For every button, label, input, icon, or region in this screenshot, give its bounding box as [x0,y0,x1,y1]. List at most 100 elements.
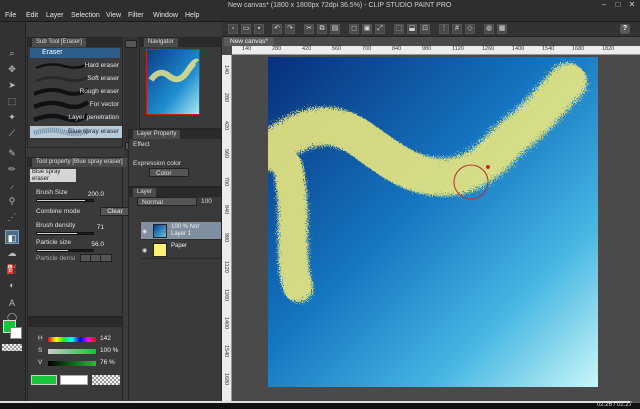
blend-icon[interactable]: ☁ [5,246,19,260]
sub-color-swatch[interactable] [10,327,22,339]
visibility-eye-icon[interactable]: ◉ [142,228,147,235]
invert-selection-icon[interactable]: ⬓ [407,24,417,34]
clear-icon[interactable]: ◻ [349,24,359,34]
airbrush-icon[interactable]: ⚲ [5,194,19,208]
expression-color-dropdown[interactable]: Color [149,168,189,177]
transparent-color-swatch[interactable] [2,344,22,351]
layer-tab[interactable]: Layer [133,188,157,197]
move-icon[interactable]: ✥ [5,62,19,76]
menu-help[interactable]: Help [185,11,199,21]
value-value[interactable]: 76 % [100,359,115,366]
value-slider[interactable] [48,361,96,366]
navigator-tab[interactable]: Navigator [144,38,178,47]
pencil-icon[interactable]: ✏ [5,162,19,176]
ruler-tick: 140 [223,65,229,75]
hue-value[interactable]: 142 [100,335,111,342]
blend-mode-dropdown[interactable]: Normal [137,197,197,206]
brush-density-value[interactable]: 71 [97,224,104,231]
close-button[interactable]: ✕ [626,1,638,9]
hue-slider[interactable] [48,337,96,342]
save-icon[interactable]: ▪ [254,24,264,34]
layer-property-tab[interactable]: Layer Property [133,130,181,139]
fill-icon[interactable]: ▣ [362,24,372,34]
brush-density-slider-fill [37,233,77,234]
brush-density-label: Brush density [36,222,76,229]
visibility-eye-icon[interactable]: ◉ [142,247,147,254]
cut-icon[interactable]: ✂ [304,24,314,34]
menu-filter[interactable]: Filter [128,11,144,21]
pen-icon[interactable]: ✎ [5,146,19,160]
sub-tool-tab[interactable]: Sub Tool [Eraser] [32,38,86,47]
operation-icon[interactable]: ➤ [5,78,19,92]
add-subtool-icon[interactable] [125,40,137,48]
open-icon[interactable]: ▭ [241,24,251,34]
transparent-color-chip[interactable] [92,375,120,385]
drawing-canvas[interactable] [268,57,598,387]
crop-icon[interactable]: ⊡ [420,24,430,34]
menu-view[interactable]: View [106,11,121,21]
brush-blue-spray-eraser[interactable]: Blue spray eraser [30,126,122,138]
copy-icon[interactable]: ⧉ [317,24,327,34]
zoom-icon[interactable]: ⌕ [5,46,19,60]
main-color-chip[interactable] [31,375,57,385]
brush-size-slider[interactable] [36,199,94,202]
brush-rough-eraser[interactable]: Rough eraser [30,86,122,98]
help-button[interactable]: ? [620,24,630,34]
snap-perspective-icon[interactable]: ◇ [465,24,475,34]
brush-layer-penetration[interactable]: Layer penetration [30,112,122,124]
eraser-icon[interactable]: ◧ [5,230,19,244]
menu-window[interactable]: Window [153,11,178,21]
particle-density-pattern-3[interactable] [100,254,112,262]
new-file-icon[interactable]: ▫ [228,24,238,34]
undo-icon[interactable]: ↶ [272,24,282,34]
sub-tool-panel: Sub Tool [Eraser] Eraser Hard eraser Sof… [27,37,123,148]
eraser-group-header[interactable]: Eraser [30,48,120,58]
brush-hard-eraser[interactable]: Hard eraser [30,60,122,72]
document-tab[interactable]: New canvas* [224,37,274,46]
layout-icon[interactable]: ▦ [497,24,507,34]
particle-size-label: Particle size [36,239,72,246]
brush-soft-eraser[interactable]: Soft eraser [30,73,122,85]
brush-density-slider[interactable] [36,232,94,235]
ruler-tick: 1680 [572,46,585,52]
particle-size-slider-fill [37,250,69,251]
auto-select-icon[interactable]: ✦ [5,110,19,124]
eyedropper-icon[interactable]: ⟋ [5,126,19,140]
snap-grid-icon[interactable]: # [452,24,462,34]
particle-size-value[interactable]: 56.0 [91,241,104,248]
selection-icon[interactable]: ⬚ [5,94,19,108]
saturation-row: S 100 % [38,347,122,356]
color-set-icon[interactable]: ◍ [484,24,494,34]
paste-icon[interactable]: ▤ [330,24,340,34]
snap-ruler-icon[interactable]: ⋮ [439,24,449,34]
tool-property-tab[interactable]: Tool property [Blue spray eraser] [32,158,127,167]
command-bar: ▫ ▭ ▪ ↶ ↷ ✂ ⧉ ▤ ◻ ▣ ⤢ ⬚ ⬓ ⊡ ⋮ # ◇ ◍ ▦ ? [222,22,640,37]
particle-size-slider[interactable] [36,249,94,252]
redo-icon[interactable]: ↷ [285,24,295,34]
minimize-button[interactable]: – [598,1,610,9]
layer-row[interactable]: ◉ Paper [141,241,221,259]
ruler-tick: 280 [223,93,229,103]
layer-opacity-value[interactable]: 100 [201,198,212,205]
menu-selection[interactable]: Selection [71,11,100,21]
maximize-button[interactable]: □ [612,1,624,9]
brush-size-value[interactable]: 200.0 [88,191,104,198]
saturation-value[interactable]: 100 % [100,347,118,354]
text-icon[interactable]: A [5,296,19,310]
sub-color-chip[interactable] [60,375,88,385]
transform-icon[interactable]: ⤢ [375,24,385,34]
gradient-icon[interactable]: ◐ [5,278,19,292]
brush-icon[interactable]: ⸝ [5,178,19,192]
playback-progress-track[interactable] [0,401,640,403]
brush-for-vector[interactable]: For vector [30,99,122,111]
saturation-slider[interactable] [48,349,96,354]
combine-mode-dropdown[interactable]: Clear [100,207,130,216]
fill-bucket-icon[interactable]: ⛽ [5,262,19,276]
navigator-preview[interactable] [146,49,200,115]
menu-file[interactable]: File [5,11,16,21]
menu-edit[interactable]: Edit [26,11,38,21]
menu-layer[interactable]: Layer [46,11,64,21]
layer-row[interactable]: ◉ 100 % Nor Layer 1 [141,222,221,240]
decoration-icon[interactable]: ⋰ [5,210,19,224]
deselect-icon[interactable]: ⬚ [394,24,404,34]
